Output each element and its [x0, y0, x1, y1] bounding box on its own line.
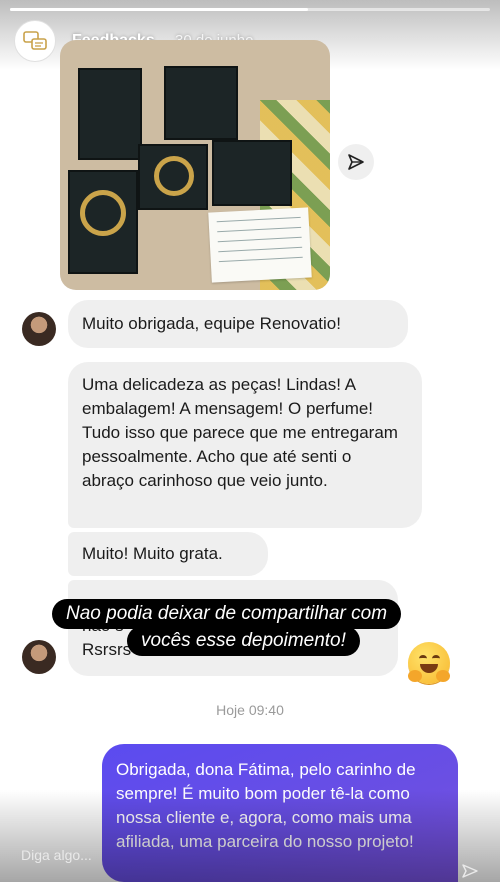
story-caption-line: Nao podia deixar de compartilhar com	[52, 599, 402, 629]
message-bubble: Muito obrigada, equipe Renovatio!	[68, 300, 408, 348]
message-text: Rsrsrs	[82, 640, 132, 659]
story-progress-bar	[10, 8, 490, 11]
gold-bracelet	[154, 156, 194, 196]
send-icon[interactable]	[462, 864, 478, 883]
handwritten-note	[208, 207, 312, 283]
send-icon	[348, 154, 364, 170]
chat-bubbles-icon	[23, 31, 47, 50]
gift-box-lid	[164, 66, 238, 140]
story-caption-line: vocês esse depoimento!	[127, 626, 360, 656]
message-timestamp: Hoje 09:40	[216, 702, 284, 718]
sender-avatar[interactable]	[22, 640, 56, 674]
sender-avatar[interactable]	[22, 312, 56, 346]
message-bubble: Uma delicadeza as peças! Lindas! A embal…	[68, 362, 422, 528]
reply-input[interactable]: Diga algo...	[10, 836, 450, 874]
shared-photo[interactable]	[60, 40, 330, 290]
perfume-box	[78, 68, 142, 160]
gold-necklace	[80, 190, 126, 236]
hugging-face-emoji	[408, 642, 450, 684]
story-avatar[interactable]	[14, 20, 56, 62]
story-progress-fill	[10, 8, 308, 11]
message-bubble: Muito! Muito grata.	[68, 532, 268, 576]
share-button[interactable]	[338, 144, 374, 180]
earring-box	[212, 140, 292, 206]
